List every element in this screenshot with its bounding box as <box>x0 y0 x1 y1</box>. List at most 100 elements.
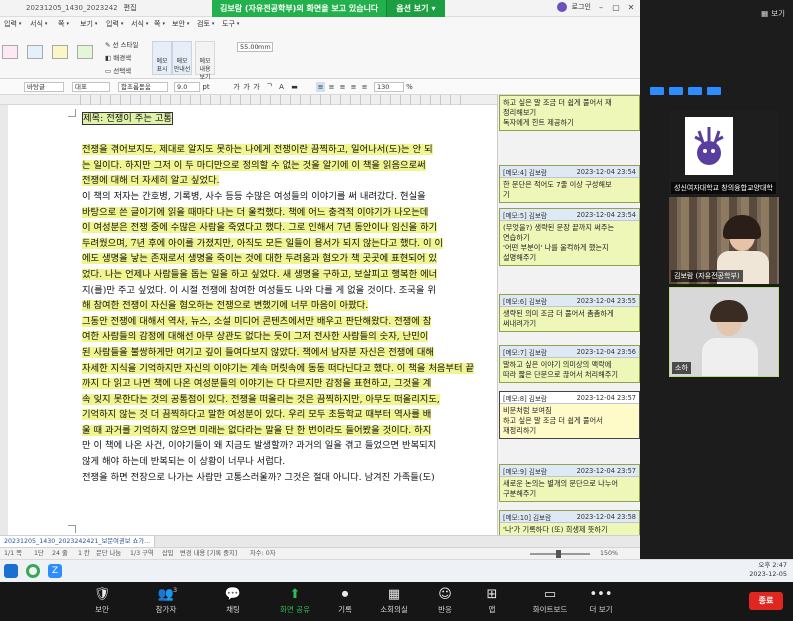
status-track-changes[interactable]: 변경 내용 [기록 중지] <box>180 548 237 559</box>
memo-color-pink[interactable] <box>2 45 18 59</box>
bg-color-option[interactable]: ◧ 배경색 <box>105 52 139 65</box>
document-line[interactable]: 자세한 지식을 기억하지만 자신의 이야기는 계속 머릿속에 동동 떠다닌다고 … <box>82 361 480 377</box>
gallery-view-icon[interactable] <box>669 87 683 95</box>
more-button[interactable]: ••• 더 보기 <box>576 586 626 615</box>
document-line[interactable] <box>82 127 480 143</box>
document-line[interactable]: 었다. 나는 언제나 사람들을 돕는 일을 하고 싶었다. 새 생명을 구하고,… <box>82 267 480 283</box>
align-distribute-icon[interactable]: ≡ <box>360 82 369 92</box>
memo-card[interactable]: [메모:7] 김보람 2023-12-04 23:56 말하고 싶은 이야기 의미상… <box>499 345 640 383</box>
start-icon[interactable] <box>4 564 18 578</box>
document-tab[interactable]: 20231205_1430_2023242421_보문여권보 쇼가... <box>0 536 156 547</box>
ribbon-format-tab[interactable]: 서식 ▾ <box>30 19 47 29</box>
strike-icon[interactable]: ᄀ <box>265 82 274 92</box>
ribbon-menu-page[interactable]: 쪽 ▾ <box>154 19 165 29</box>
zoom-app-icon[interactable]: Z <box>48 564 62 578</box>
ribbon-menu-review[interactable]: 검토 ▾ <box>197 19 214 29</box>
document-line[interactable]: 전쟁에 대해 더 자세히 알고 싶었다. <box>82 173 480 189</box>
bold-button[interactable]: 가 <box>232 82 241 92</box>
zoom-level[interactable]: 150% <box>600 548 618 559</box>
line-spacing-input[interactable]: 130 <box>374 82 404 92</box>
document-line[interactable]: 해 참여한 전쟁이 자신을 혐오하는 전쟁으로 변했기에 너무 마음이 아팠다. <box>82 298 480 314</box>
status-insert[interactable]: 삽입 <box>162 548 174 559</box>
document-line[interactable]: 속 잊지 못한다는 것의 공통점이 있다. 전쟁을 떠올리는 것은 끔찍하지만,… <box>82 392 480 408</box>
align-justify-icon[interactable]: ≡ <box>316 82 325 92</box>
document-line[interactable]: 이 여성분은 전쟁 중에 수많은 사람을 죽였다고 했다. 그로 인해서 7년 … <box>82 220 480 236</box>
document-page[interactable]: 제목: 전쟁이 주는 고통 전쟁을 겪어보지도, 제대로 알지도 못하는 나에게… <box>8 105 497 535</box>
memo-card[interactable]: [메모:6] 김보람 2023-12-04 23:55 생략된 의미 조금 더 풀어… <box>499 294 640 332</box>
font-size-input[interactable]: 9.0 <box>174 82 200 92</box>
end-meeting-button[interactable]: 종료 <box>749 592 783 610</box>
participant-tile-speaker[interactable]: 김보람 (자유전공학부) <box>669 197 779 284</box>
document-line[interactable]: 이 책의 저자는 간호병, 기록병, 사수 등등 수많은 여성들의 이야기를 써… <box>82 189 480 205</box>
ribbon-page-tab[interactable]: 쪽 ▾ <box>58 19 69 29</box>
more-view-icon[interactable] <box>707 87 721 95</box>
memo-card[interactable]: [메모:5] 김보람 2023-12-04 23:54 (무엇을?) 생략된 문장 … <box>499 208 640 266</box>
ribbon-menu-tools[interactable]: 도구 ▾ <box>222 19 239 29</box>
document-line[interactable]: 된 사람들을 불쌍하게만 여기고 깊이 들여다보지 않았다. 책에서 남자분 자… <box>82 345 480 361</box>
underline-button[interactable]: 가 <box>252 82 261 92</box>
ribbon-menu-input[interactable]: 입력 ▾ <box>106 19 123 29</box>
document-line[interactable]: 는 일이다. 하지만 그저 이 두 마디만으로 정의할 수 없는 것을 알기에 … <box>82 158 480 174</box>
ribbon-menu-format[interactable]: 서식 ▾ <box>131 19 148 29</box>
document-line[interactable]: 기억하지 않는 것 더 끔찍하다고 말한 여성분이 있다. 우리 모두 초등학교… <box>82 407 480 423</box>
memo-show-button[interactable]: 메모 표시 <box>152 41 172 75</box>
record-button[interactable]: ⏺ 기록 <box>320 586 370 615</box>
align-left-icon[interactable]: ≡ <box>327 82 336 92</box>
font-select[interactable]: 함초롬돋움 <box>118 82 168 92</box>
share-screen-button[interactable]: ⬆ 화면 공유 <box>270 586 320 615</box>
menu-edit[interactable]: 편집 <box>118 3 143 13</box>
user-avatar-icon[interactable] <box>556 2 567 12</box>
participants-button[interactable]: 👥 3 참가자 <box>141 586 191 615</box>
document-body[interactable]: 제목: 전쟁이 주는 고통 전쟁을 겪어보지도, 제대로 알지도 못하는 나에게… <box>82 111 480 485</box>
chat-button[interactable]: 💬 채팅 <box>208 586 258 615</box>
document-line[interactable]: 까지 다 읽고 나면 책에 나온 여성분들의 이야기는 다 다르지만 감정을 표… <box>82 376 480 392</box>
apps-button[interactable]: ⊞ 앱 <box>467 586 517 615</box>
breakout-rooms-button[interactable]: ▦ 소회의실 <box>369 586 419 615</box>
document-line[interactable]: 여한 사람들의 감정에 대해선 아무 상관도 없다는 듯이 그저 전사한 사람들… <box>82 329 480 345</box>
select-color-option[interactable]: ▭ 선택색 <box>105 65 139 78</box>
line-style-option[interactable]: ✎ 선 스타일 <box>105 39 139 52</box>
login-link[interactable]: 로그인 <box>572 2 591 12</box>
memo-color-yellow[interactable] <box>52 45 68 59</box>
memo-guide-button[interactable]: 메모 안내선 <box>172 41 192 75</box>
view-button[interactable]: ▦ 보기 <box>761 8 785 19</box>
memo-color-green[interactable] <box>77 45 93 59</box>
document-line[interactable]: 않게 해야 하는데 반복되는 이 상황이 너무나 서럽다. <box>82 454 480 470</box>
zoom-slider-handle[interactable] <box>556 550 561 558</box>
document-line[interactable]: 만 이 책에 나온 사건, 이야기들이 왜 지금도 발생할까? 과거의 일을 겪… <box>82 438 480 454</box>
memo-card[interactable]: [메모:9] 김보람 2023-12-04 23:57 새로운 논의는 별개의 문단… <box>499 464 640 502</box>
participant-tile-student[interactable]: 소하 <box>669 287 779 377</box>
document-line[interactable]: 두려웠으며, 7년 후에 아이를 가졌지만, 아직도 모든 일들이 용서가 되지… <box>82 236 480 252</box>
ribbon-input-tab[interactable]: 입력 ▾ <box>4 19 21 29</box>
close-icon[interactable]: ✕ <box>626 3 636 12</box>
italic-button[interactable]: 가 <box>242 82 251 92</box>
memo-card[interactable]: 하고 싶은 말 조금 더 쉽게 풀어서 재 정리해보기 독자에게 힌트 제공하기 <box>499 95 640 131</box>
speaker-view-icon[interactable] <box>650 87 664 95</box>
paragraph-style-select[interactable]: 바탕글 <box>24 82 64 92</box>
document-line[interactable]: 전쟁을 겪어보지도, 제대로 알지도 못하는 나에게 전쟁이란 끔찍하고, 일어… <box>82 142 480 158</box>
reactions-button[interactable]: ☺ 반응 <box>420 586 470 615</box>
memo-card[interactable]: [메모:10] 김보람 2023-12-04 23:58 '나'가 기록하다 (또)… <box>499 510 640 535</box>
memo-color-blue[interactable] <box>27 45 43 59</box>
memo-card[interactable]: [메모:4] 김보람 2023-12-04 23:54 한 문단은 적어도 7줄 이… <box>499 165 640 203</box>
participant-tile-university[interactable]: 성신여자대학교 창의융합교양대학 <box>669 110 779 196</box>
ribbon-menu-view[interactable]: 보기 ▾ <box>80 19 97 29</box>
document-line[interactable]: 제목: 전쟁이 주는 고통 <box>82 111 480 127</box>
document-line[interactable]: 울 때 과거를 기억하지 않으면 미래는 없다라는 말을 단 한 번이라도 들어… <box>82 423 480 439</box>
ribbon-menu-security[interactable]: 보안 ▾ <box>172 19 189 29</box>
language-select[interactable]: 대표 <box>72 82 110 92</box>
whiteboard-button[interactable]: ▭ 화이트보드 <box>525 586 575 615</box>
maximize-icon[interactable]: ▢ <box>611 3 621 12</box>
document-line[interactable]: 에도 생명을 낳는 존재로서 생명을 죽이는 것에 대한 두려움과 혐오가 책 … <box>82 251 480 267</box>
hide-video-icon[interactable] <box>688 87 702 95</box>
align-center-icon[interactable]: ≡ <box>338 82 347 92</box>
document-line[interactable]: 전쟁을 하면 전장으로 나가는 사람만 고통스러울까? 그것은 절대 아니다. … <box>82 470 480 486</box>
memo-card[interactable]: [메모:8] 김보람 2023-12-04 23:57 비문처럼 보여짐 하고 싶은 … <box>499 391 640 439</box>
document-line[interactable]: 그동안 전쟁에 대해서 역사, 뉴스, 소설 미디어 콘텐츠에서만 배우고 판단… <box>82 314 480 330</box>
chrome-icon[interactable] <box>26 564 40 578</box>
document-line[interactable]: 지(를)만 주고 싶었다. 이 시절 전쟁에 참여한 여성들도 나와 다를 게 … <box>82 283 480 299</box>
font-color-icon[interactable]: A <box>277 82 286 92</box>
highlight-icon[interactable]: ▬ <box>290 82 299 92</box>
minimize-icon[interactable]: – <box>596 3 606 12</box>
align-right-icon[interactable]: ≡ <box>349 82 358 92</box>
